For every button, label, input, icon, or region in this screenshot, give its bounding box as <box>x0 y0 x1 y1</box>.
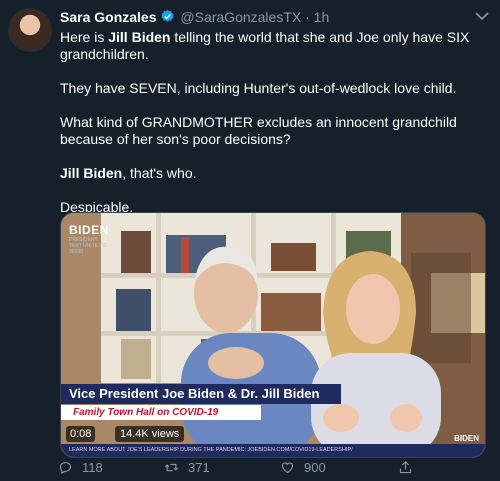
video-title-banner: Vice President Joe Biden & Dr. Jill Bide… <box>61 384 341 404</box>
avatar[interactable] <box>8 8 52 52</box>
like-count: 900 <box>304 459 326 475</box>
video-player[interactable]: BIDEN PRESIDENT TEXT UNITE TO 30330 Vice… <box>60 212 486 458</box>
reply-icon <box>59 461 72 474</box>
author-name[interactable]: Sara Gonzales <box>60 9 157 25</box>
reply-count: 118 <box>82 459 103 475</box>
tweet-actions: 118 371 900 <box>54 454 474 478</box>
chevron-down-icon[interactable] <box>474 10 490 22</box>
like-icon <box>281 462 294 473</box>
retweet-count: 371 <box>188 459 210 475</box>
tweet-paragraph: Jill Biden, that's who. <box>60 165 197 181</box>
tweet-paragraph: What kind of GRANDMOTHER excludes an inn… <box>60 114 457 147</box>
retweet-icon <box>164 463 179 471</box>
tweet-paragraph: They have SEVEN, including Hunter's out-… <box>60 80 457 96</box>
tweet-paragraph: Here is Jill Biden telling the world tha… <box>60 29 470 62</box>
separator-dot: · <box>305 9 310 25</box>
video-subtitle-banner: Family Town Hall on COVID-19 <box>61 405 261 420</box>
verified-badge-icon <box>161 9 173 22</box>
share-icon <box>399 460 412 473</box>
tweet-time[interactable]: 1h <box>314 9 330 25</box>
corner-logo: BIDEN <box>454 434 479 443</box>
retweet-button[interactable]: 371 <box>164 459 210 475</box>
biden-logo: BIDEN PRESIDENT TEXT UNITE TO 30330 <box>69 223 109 255</box>
author-handle[interactable]: @SaraGonzalesTX <box>180 9 301 25</box>
tweet-header: Sara Gonzales @SaraGonzalesTX · 1h <box>60 9 490 29</box>
video-view-count: 14.4K views <box>115 426 185 442</box>
video-timestamp: 0:08 <box>66 426 96 442</box>
share-button[interactable] <box>398 459 422 475</box>
reply-button[interactable]: 118 <box>58 459 103 475</box>
tweet-text: Here is Jill Biden telling the world tha… <box>60 29 485 233</box>
tweet[interactable]: Sara Gonzales @SaraGonzalesTX · 1h Here … <box>0 0 500 481</box>
like-button[interactable]: 900 <box>280 459 326 475</box>
